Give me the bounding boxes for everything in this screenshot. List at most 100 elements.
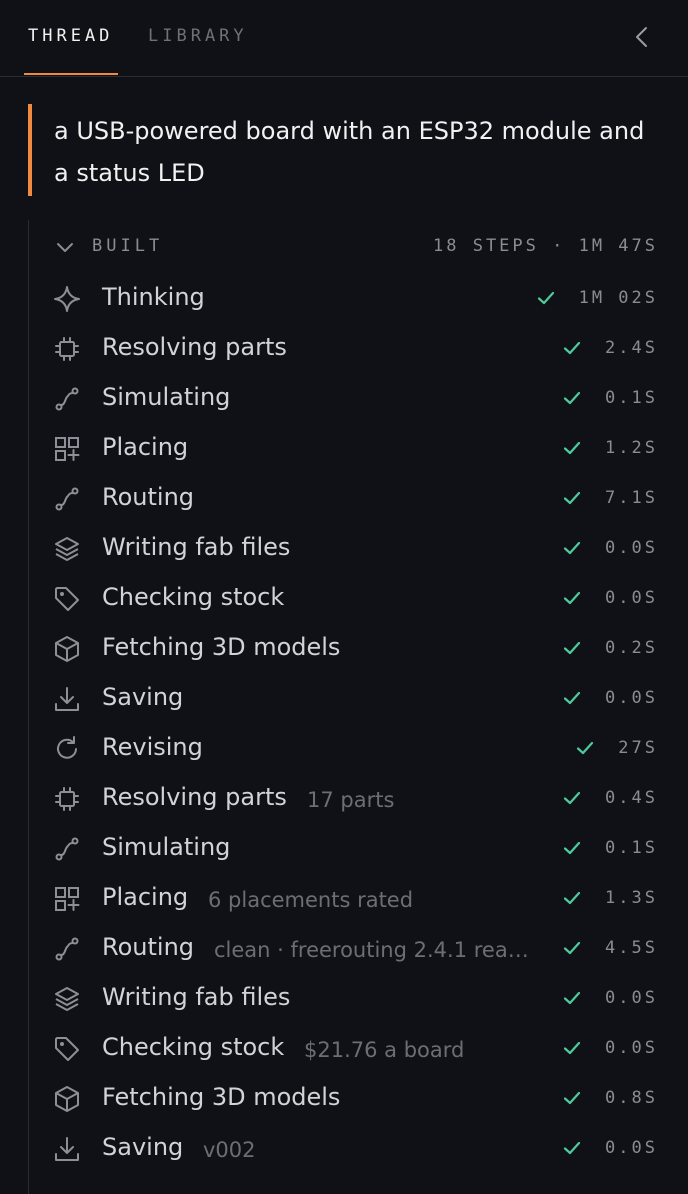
tag-icon xyxy=(52,1034,82,1064)
step-label: Fetching 3D models xyxy=(102,633,341,661)
chip-icon xyxy=(52,784,82,814)
built-section-header[interactable]: BUILT 18 STEPS · 1M 47S xyxy=(54,232,658,262)
step-row[interactable]: Fetching 3D models 0.8S xyxy=(52,1074,658,1124)
active-tab-indicator xyxy=(24,73,118,75)
step-row[interactable]: Checking stock 0.0S xyxy=(52,574,658,624)
step-row[interactable]: Placing 1.2S xyxy=(52,424,658,474)
check-icon xyxy=(561,787,583,809)
step-duration: 1M 02S xyxy=(578,288,658,308)
step-row[interactable]: Saving v002 0.0S xyxy=(52,1124,658,1174)
check-icon xyxy=(561,387,583,409)
refresh-icon xyxy=(52,734,82,764)
step-row[interactable]: Resolving parts 17 parts 0.4S xyxy=(52,774,658,824)
check-icon xyxy=(561,837,583,859)
route-icon xyxy=(52,384,82,414)
step-label: Writing fab files xyxy=(102,533,291,561)
step-duration: 7.1S xyxy=(605,488,658,508)
tab-thread[interactable]: THREAD xyxy=(28,26,113,46)
step-duration: 0.0S xyxy=(605,1138,658,1158)
step-row[interactable]: Revising 27S xyxy=(52,724,658,774)
download-icon xyxy=(52,684,82,714)
prompt-text: a USB-powered board with an ESP32 module… xyxy=(54,117,645,187)
step-label: Simulating xyxy=(102,833,231,861)
layers-icon xyxy=(52,984,82,1014)
step-row[interactable]: Simulating 0.1S xyxy=(52,374,658,424)
step-duration: 0.1S xyxy=(605,838,658,858)
step-detail: v002 xyxy=(203,1138,256,1162)
step-duration: 27S xyxy=(618,738,658,758)
step-row[interactable]: Checking stock $21.76 a board 0.0S xyxy=(52,1024,658,1074)
step-duration: 0.0S xyxy=(605,1038,658,1058)
step-label: Placing xyxy=(102,433,189,461)
check-icon xyxy=(561,587,583,609)
step-detail: 6 placements rated xyxy=(208,888,414,912)
step-row[interactable]: Saving 0.0S xyxy=(52,674,658,724)
step-row[interactable]: Thinking 1M 02S xyxy=(52,274,658,324)
cube-icon xyxy=(52,634,82,664)
prompt-accent-bar xyxy=(28,104,32,196)
step-row[interactable]: Writing fab files 0.0S xyxy=(52,524,658,574)
chevron-left-icon[interactable] xyxy=(630,24,654,50)
grid-plus-icon xyxy=(52,884,82,914)
step-row[interactable]: Placing 6 placements rated 1.3S xyxy=(52,874,658,924)
check-icon xyxy=(561,887,583,909)
check-icon xyxy=(561,1087,583,1109)
check-icon xyxy=(561,537,583,559)
step-duration: 1.2S xyxy=(605,438,658,458)
tab-bar: THREAD LIBRARY xyxy=(0,0,688,77)
step-duration: 0.4S xyxy=(605,788,658,808)
step-duration: 0.2S xyxy=(605,638,658,658)
step-row[interactable]: Simulating 0.1S xyxy=(52,824,658,874)
step-label: Thinking xyxy=(102,283,205,311)
route-icon xyxy=(52,834,82,864)
check-icon xyxy=(535,287,557,309)
check-icon xyxy=(561,937,583,959)
step-label: Checking stock xyxy=(102,583,285,611)
chip-icon xyxy=(52,334,82,364)
step-duration: 1.3S xyxy=(605,888,658,908)
step-label: Simulating xyxy=(102,383,231,411)
step-duration: 0.8S xyxy=(605,1088,658,1108)
step-label: Resolving parts xyxy=(102,333,287,361)
grid-plus-icon xyxy=(52,434,82,464)
chevron-down-icon[interactable] xyxy=(54,236,76,258)
built-summary: 18 STEPS · 1M 47S xyxy=(433,236,658,256)
cube-icon xyxy=(52,1084,82,1114)
sparkle-icon xyxy=(52,284,82,314)
check-icon xyxy=(561,637,583,659)
check-icon xyxy=(574,737,596,759)
step-label: Placing xyxy=(102,883,189,911)
check-icon xyxy=(561,687,583,709)
download-icon xyxy=(52,1134,82,1164)
step-detail: 17 parts xyxy=(307,788,395,812)
step-row[interactable]: Writing fab files 0.0S xyxy=(52,974,658,1024)
layers-icon xyxy=(52,534,82,564)
step-duration: 0.0S xyxy=(605,588,658,608)
tag-icon xyxy=(52,584,82,614)
step-label: Saving xyxy=(102,1133,184,1161)
route-icon xyxy=(52,484,82,514)
check-icon xyxy=(561,987,583,1009)
step-detail: $21.76 a board xyxy=(304,1038,465,1062)
step-duration: 0.1S xyxy=(605,388,658,408)
step-row[interactable]: Resolving parts 2.4S xyxy=(52,324,658,374)
step-row[interactable]: Routing 7.1S xyxy=(52,474,658,524)
step-label: Saving xyxy=(102,683,184,711)
step-duration: 2.4S xyxy=(605,338,658,358)
built-label: BUILT xyxy=(92,236,164,256)
step-detail: clean · freerouting 2.4.1 rea… xyxy=(214,938,529,962)
check-icon xyxy=(561,1137,583,1159)
step-duration: 4.5S xyxy=(605,938,658,958)
step-label: Routing xyxy=(102,483,195,511)
check-icon xyxy=(561,337,583,359)
step-row[interactable]: Fetching 3D models 0.2S xyxy=(52,624,658,674)
step-duration: 0.0S xyxy=(605,988,658,1008)
step-duration: 0.0S xyxy=(605,538,658,558)
step-label: Writing fab files xyxy=(102,983,291,1011)
route-icon xyxy=(52,934,82,964)
check-icon xyxy=(561,437,583,459)
step-row[interactable]: Routing clean · freerouting 2.4.1 rea… 4.5… xyxy=(52,924,658,974)
check-icon xyxy=(561,1037,583,1059)
tab-library[interactable]: LIBRARY xyxy=(148,26,248,46)
thread-line xyxy=(28,220,29,1194)
